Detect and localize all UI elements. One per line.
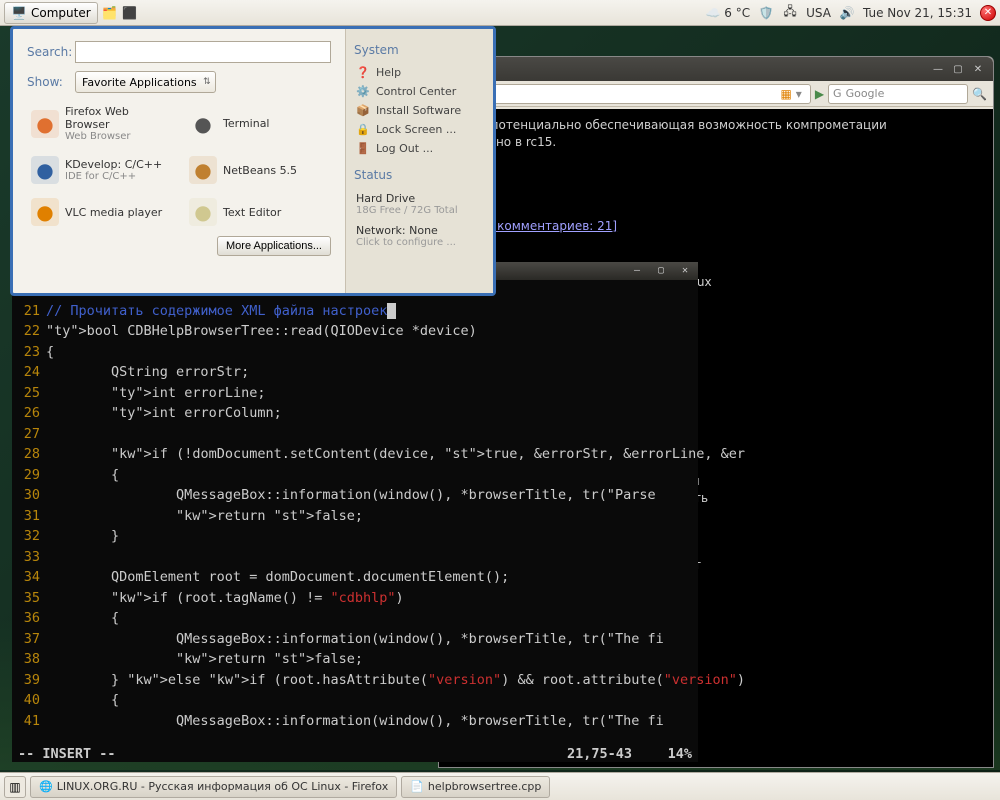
keyboard-layout[interactable]: USA <box>806 6 831 20</box>
app-item[interactable]: ●Text Editor <box>185 194 331 230</box>
minimize-button[interactable]: — <box>929 62 947 76</box>
main-menu-button[interactable]: 🖥️ Computer <box>4 2 98 24</box>
app-icon: ● <box>189 198 217 226</box>
taskbar-item-firefox[interactable]: 🌐 LINUX.ORG.RU - Русская информация об О… <box>30 776 397 798</box>
app-item[interactable]: ●NetBeans 5.5 <box>185 152 331 188</box>
rss-icon[interactable]: ▦ <box>780 87 791 101</box>
system-item-icon: 🔒 <box>356 123 370 136</box>
app-item[interactable]: ●Terminal <box>185 101 331 146</box>
app-icon: ● <box>189 110 217 138</box>
system-item[interactable]: 🔒Lock Screen ... <box>354 120 485 139</box>
maximize-button[interactable]: ▢ <box>652 264 670 278</box>
search-go-icon[interactable]: 🔍 <box>972 87 987 101</box>
vim-statusline: -- INSERT -- 21,75-43 14% <box>12 744 698 762</box>
launcher-icon-2[interactable]: ⬛ <box>122 5 138 21</box>
volume-icon[interactable]: 🔊 <box>839 5 855 21</box>
bottom-panel: ▥ 🌐 LINUX.ORG.RU - Русская информация об… <box>0 772 1000 800</box>
system-item[interactable]: ❓Help <box>354 63 485 82</box>
computer-icon: 🖥️ <box>11 5 27 21</box>
dropdown-icon[interactable]: ▾ <box>796 87 802 101</box>
computer-label: Computer <box>31 6 91 20</box>
launcher-icon-1[interactable]: 🗂️ <box>102 5 118 21</box>
weather-applet[interactable]: ☁️ 6 °C <box>706 6 751 20</box>
maximize-button[interactable]: ▢ <box>949 62 967 76</box>
top-panel: 🖥️ Computer 🗂️ ⬛ ☁️ 6 °C 🛡️ 🖧 USA 🔊 Tue … <box>0 0 1000 26</box>
google-icon: G <box>833 87 842 100</box>
app-item[interactable]: ●Firefox Web BrowserWeb Browser <box>27 101 173 146</box>
show-desktop-button[interactable]: ▥ <box>4 776 26 798</box>
network-status[interactable]: Network: None Click to configure ... <box>354 220 485 252</box>
search-label: Search: <box>27 45 75 59</box>
taskbar-item-editor[interactable]: 📄 helpbrowsertree.cpp <box>401 776 550 798</box>
app-item[interactable]: ●KDevelop: C/C++IDE for C/C++ <box>27 152 173 188</box>
system-tray: ☁️ 6 °C 🛡️ 🖧 USA 🔊 Tue Nov 21, 15:31 ✕ <box>706 5 996 21</box>
app-item[interactable]: ●VLC media player <box>27 194 173 230</box>
network-icon[interactable]: 🖧 <box>782 5 798 21</box>
app-icon: ● <box>31 198 59 226</box>
clock[interactable]: Tue Nov 21, 15:31 <box>863 6 972 20</box>
firefox-icon: 🌐 <box>39 780 53 793</box>
system-item-icon: ❓ <box>356 66 370 79</box>
search-input[interactable] <box>75 41 331 63</box>
close-button[interactable]: ✕ <box>969 62 987 76</box>
show-combo[interactable]: Favorite Applications <box>75 71 216 93</box>
system-item-icon: 🚪 <box>356 142 370 155</box>
status-header: Status <box>354 168 485 182</box>
show-label: Show: <box>27 75 75 89</box>
firefox-titlebar[interactable]: ox — ▢ ✕ <box>439 57 993 81</box>
more-applications-button[interactable]: More Applications... <box>217 236 331 256</box>
update-icon[interactable]: 🛡️ <box>758 5 774 21</box>
main-menu: Search: Show: Favorite Applications ●Fir… <box>10 26 496 296</box>
system-item-icon: ⚙️ <box>356 85 370 98</box>
firefox-toolbar: ▦ ▾ ▶ G Google 🔍 <box>439 81 993 107</box>
system-item-icon: 📦 <box>356 104 370 117</box>
url-bar[interactable]: ▦ ▾ <box>445 84 811 104</box>
system-item[interactable]: 📦Install Software <box>354 101 485 120</box>
minimize-button[interactable]: — <box>628 264 646 278</box>
system-item[interactable]: 🚪Log Out ... <box>354 139 485 158</box>
search-bar[interactable]: G Google <box>828 84 968 104</box>
vim-editor[interactable]: 2021// Прочитать содержимое XML файла на… <box>12 280 698 731</box>
system-item[interactable]: ⚙️Control Center <box>354 82 485 101</box>
vim-window: — ▢ ✕ 2021// Прочитать содержимое XML фа… <box>12 262 698 762</box>
logout-button[interactable]: ✕ <box>980 5 996 21</box>
document-icon: 📄 <box>410 780 424 793</box>
app-icon: ● <box>189 156 217 184</box>
app-icon: ● <box>31 156 59 184</box>
app-icon: ● <box>31 110 59 138</box>
system-header: System <box>354 43 485 57</box>
hard-drive-status[interactable]: Hard Drive 18G Free / 72G Total <box>354 188 485 220</box>
go-button[interactable]: ▶ <box>815 87 824 101</box>
close-button[interactable]: ✕ <box>676 264 694 278</box>
